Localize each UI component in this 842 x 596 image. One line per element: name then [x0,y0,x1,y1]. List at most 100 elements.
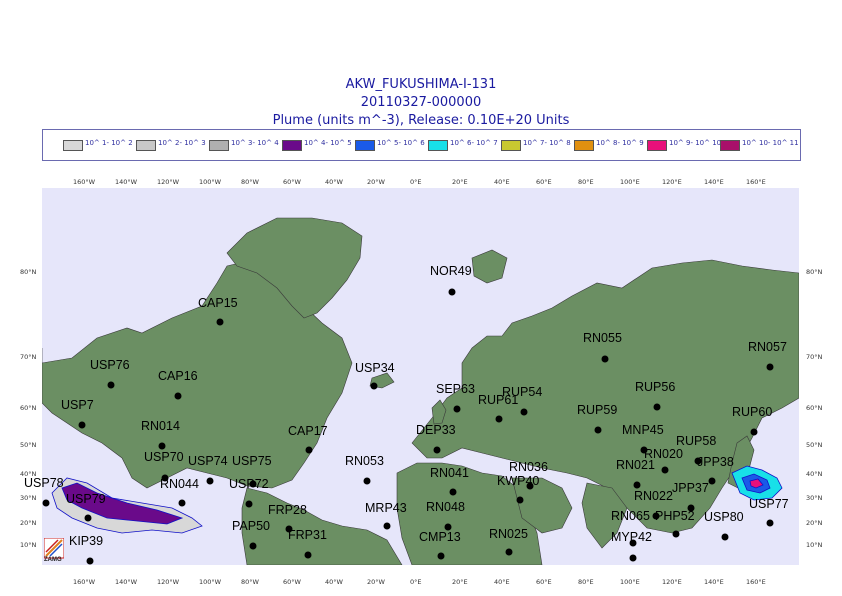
station-marker [206,477,214,485]
lon-tick-top: 60°W [283,178,301,186]
station-marker [178,499,186,507]
station-label: USP76 [90,358,130,372]
lon-tick-top: 20°W [367,178,385,186]
station-label: USP80 [704,510,744,524]
lat-tick-left: 60°N [20,404,37,412]
lat-tick-right: 50°N [806,441,823,449]
station-marker [249,542,257,550]
lon-tick-top: 140°W [115,178,138,186]
station-marker [78,421,86,429]
station-marker [495,415,503,423]
legend-label: 10^ 1- 10^ 2 [85,139,133,147]
station-label: RUP56 [635,380,676,394]
legend-swatch [63,140,83,151]
legend-label: 10^ 9- 10^ 10 [669,139,722,147]
station-marker [672,530,680,538]
station-label: FRP31 [288,528,327,542]
lon-tick-top: 80°E [578,178,594,186]
station-marker [661,466,669,474]
lon-tick-bottom: 40°W [325,578,343,586]
lat-tick-right: 60°N [806,404,823,412]
station-label: SEP63 [436,382,475,396]
lon-tick-bottom: 120°E [662,578,682,586]
station-label: MNP45 [622,423,664,437]
station-label: RN036 [509,460,548,474]
legend-swatch [647,140,667,151]
legend-label: 10^ 8- 10^ 9 [596,139,644,147]
lon-tick-top: 20°E [452,178,468,186]
station-label: USP72 [229,477,269,491]
lon-tick-bottom: 80°W [241,578,259,586]
lat-tick-right: 30°N [806,494,823,502]
station-label: KIP39 [69,534,104,548]
station-label: USP74 [188,454,228,468]
lon-tick-bottom: 0°E [410,578,422,586]
legend-label: 10^ 3- 10^ 4 [231,139,279,147]
station-label: RUP60 [732,405,773,419]
station-label: PAP50 [232,519,270,533]
lon-tick-bottom: 20°W [367,578,385,586]
station-marker [766,363,774,371]
station-marker [158,442,166,450]
title-line-3: Plume (units m^-3), Release: 0.10E+20 Un… [272,113,570,128]
station-marker [601,355,609,363]
lon-tick-bottom: 140°W [115,578,138,586]
station-label: FRP28 [268,503,307,517]
lat-tick-left: 20°N [20,519,37,527]
station-marker [708,477,716,485]
lat-tick-left: 80°N [20,268,37,276]
logo-label: ZAMG [44,557,62,563]
station-marker [449,488,457,496]
legend-swatch [574,140,594,151]
title-line-1: AKW_FUKUSHIMA-I-131 [345,77,497,92]
lat-tick-right: 10°N [806,541,823,549]
lat-tick-left: 30°N [20,494,37,502]
station-label: RN021 [616,458,655,472]
station-label: USP75 [232,454,272,468]
station-label: JPP37 [672,481,709,495]
station-label: CAP17 [288,424,328,438]
title-line-2: 20110327-000000 [360,95,482,110]
lon-tick-top: 60°E [536,178,552,186]
station-marker [750,428,758,436]
lon-tick-bottom: 20°E [452,578,468,586]
station-marker [653,403,661,411]
lon-tick-bottom: 60°E [536,578,552,586]
lon-tick-bottom: 40°E [494,578,510,586]
lon-tick-bottom: 140°E [704,578,724,586]
station-label: RN055 [583,331,622,345]
lon-tick-top: 80°W [241,178,259,186]
station-marker [516,496,524,504]
station-label: MYP42 [611,530,652,544]
legend-swatch [209,140,229,151]
station-marker [766,519,774,527]
legend-swatch [355,140,375,151]
station-marker [86,557,94,565]
lon-tick-bottom: 120°W [157,578,180,586]
legend-label: 10^ 4- 10^ 5 [304,139,352,147]
legend: 10^ 1- 10^ 2 10^ 2- 10^ 3 10^ 3- 10^ 4 10^ … [42,129,801,161]
legend-label: 10^ 7- 10^ 8 [523,139,571,147]
station-marker [721,533,729,541]
lon-tick-top: 160°W [73,178,96,186]
lat-tick-right: 70°N [806,353,823,361]
legend-swatch [501,140,521,151]
station-marker [363,477,371,485]
station-marker [305,446,313,454]
station-marker [520,408,528,416]
station-label: JPP38 [697,455,734,469]
legend-swatch [428,140,448,151]
station-marker [107,381,115,389]
lon-tick-top: 160°E [746,178,766,186]
station-label: DEP33 [416,423,456,437]
legend-label: 10^ 5- 10^ 6 [377,139,425,147]
station-label: USP70 [144,450,184,464]
station-label: KWP40 [497,474,540,488]
station-marker [453,405,461,413]
station-label: RN065 [611,509,650,523]
legend-label: 10^ 6- 10^ 7 [450,139,498,147]
station-label: RN044 [160,477,199,491]
station-label: RN048 [426,500,465,514]
lon-tick-bottom: 100°E [620,578,640,586]
station-label: USP79 [66,492,106,506]
